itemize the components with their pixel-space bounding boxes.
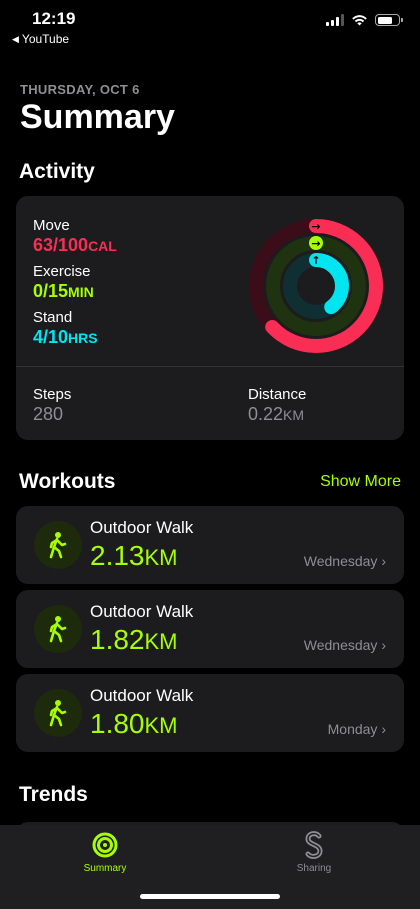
stand-ring-arrow-icon: ↑ — [311, 254, 320, 267]
activity-card[interactable]: Move 63/100CAL Exercise 0/15MIN Stand 4/… — [16, 196, 404, 440]
move-ring-arrow-icon: → — [311, 220, 320, 233]
workout-row[interactable]: Outdoor Walk 1.80KM Monday › — [16, 674, 404, 752]
exercise-metric: Exercise 0/15MIN — [33, 263, 94, 302]
workout-distance: 1.82KM — [90, 624, 178, 655]
summary-date: THURSDAY, OCT 6 — [20, 82, 140, 97]
walking-figure-icon — [34, 521, 82, 569]
activity-rings-icon: → → ↑ — [249, 219, 383, 353]
tab-sharing-label: Sharing — [296, 863, 332, 874]
stand-label: Stand — [33, 309, 73, 326]
back-to-app-link[interactable]: ◀ YouTube — [12, 32, 69, 46]
tab-summary[interactable]: Summary — [65, 831, 145, 874]
stand-metric: Stand 4/10HRS — [33, 309, 98, 348]
tab-summary-label: Summary — [83, 863, 127, 874]
move-label: Move — [33, 217, 70, 234]
walking-figure-icon — [34, 689, 82, 737]
trends-section-title: Trends — [19, 783, 88, 806]
distance-label: Distance — [248, 386, 307, 403]
exercise-ring-arrow-icon: → — [311, 237, 320, 250]
steps-value: 280 — [33, 404, 64, 424]
workout-name: Outdoor Walk — [90, 602, 194, 621]
page-title: Summary — [20, 98, 175, 136]
distance-value: 0.22KM — [248, 404, 305, 424]
workout-day: Wednesday › — [303, 553, 386, 569]
workouts-section-title: Workouts — [19, 470, 116, 493]
battery-icon — [375, 14, 403, 26]
back-triangle-icon: ◀ — [12, 33, 19, 44]
steps-stat: Steps 280 — [33, 386, 71, 425]
exercise-value: 0/15MIN — [33, 281, 94, 301]
home-indicator — [140, 894, 280, 899]
status-time: 12:19 — [32, 9, 76, 28]
walking-figure-icon — [34, 605, 82, 653]
workout-day: Monday › — [327, 721, 386, 737]
steps-label: Steps — [33, 386, 72, 403]
stand-value: 4/10HRS — [33, 327, 98, 347]
sharing-s-icon — [305, 831, 323, 859]
workout-row[interactable]: Outdoor Walk 1.82KM Wednesday › — [16, 590, 404, 668]
back-app-label: YouTube — [21, 32, 70, 46]
move-metric: Move 63/100CAL — [33, 217, 117, 256]
status-icons — [326, 14, 403, 26]
distance-stat: Distance 0.22KM — [248, 386, 306, 425]
workout-name: Outdoor Walk — [90, 518, 194, 537]
activity-rings-icon — [92, 832, 118, 858]
card-divider — [16, 366, 404, 367]
activity-section-title: Activity — [19, 160, 95, 183]
show-more-button[interactable]: Show More — [320, 473, 401, 491]
workout-name: Outdoor Walk — [90, 686, 194, 705]
workout-distance: 2.13KM — [90, 540, 178, 571]
cellular-signal-icon — [326, 14, 344, 26]
move-value: 63/100CAL — [33, 235, 117, 255]
tab-sharing[interactable]: Sharing — [274, 831, 354, 874]
wifi-icon — [352, 15, 367, 26]
chevron-right-icon: › — [381, 637, 386, 653]
chevron-right-icon: › — [381, 721, 386, 737]
workout-day: Wednesday › — [303, 637, 386, 653]
workout-distance: 1.80KM — [90, 708, 178, 739]
status-bar: 12:19 ◀ YouTube — [0, 0, 420, 50]
chevron-right-icon: › — [381, 553, 386, 569]
exercise-label: Exercise — [33, 263, 91, 280]
workout-row[interactable]: Outdoor Walk 2.13KM Wednesday › — [16, 506, 404, 584]
